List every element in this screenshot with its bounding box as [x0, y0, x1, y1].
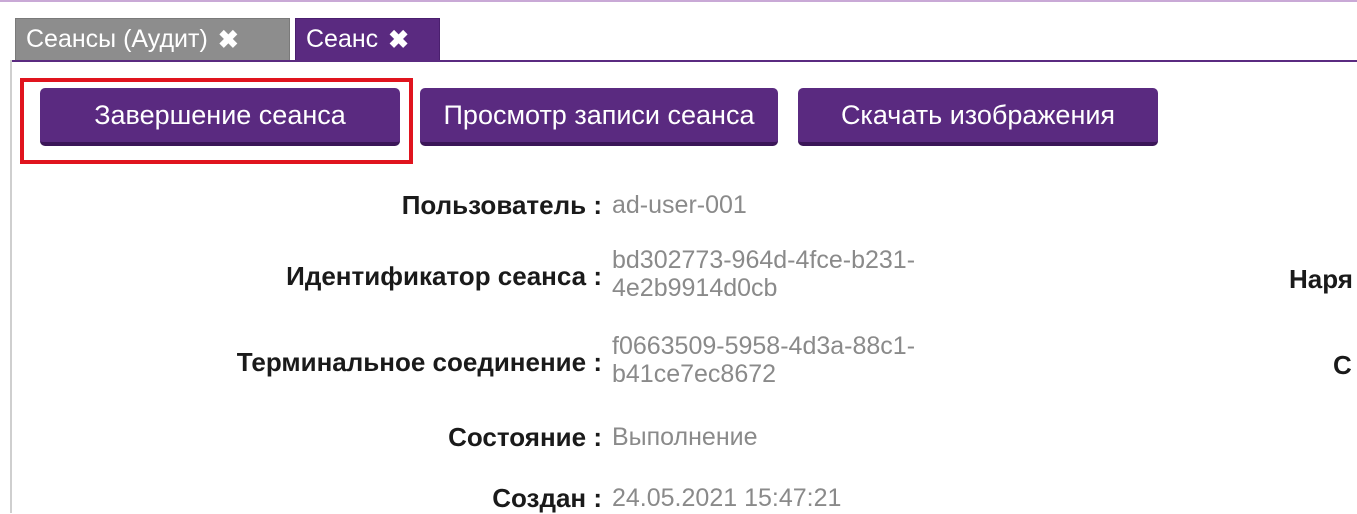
state-label: Состояние :: [448, 422, 602, 452]
terminal-connection-line-1: f0663509-5958-4d3a-88c1-: [612, 332, 916, 360]
state-value: Выполнение: [612, 423, 758, 451]
session-id-value: bd302773-964d-4fce-b231- 4e2b9914d0cb: [612, 246, 915, 302]
close-icon[interactable]: ✖: [218, 25, 239, 55]
download-images-button[interactable]: Скачать изображения: [798, 88, 1158, 146]
created-label: Создан :: [492, 483, 602, 513]
tab-session[interactable]: Сеанс ✖: [295, 18, 440, 60]
user-value: ad-user-001: [612, 191, 747, 219]
tab-label: Сеанс: [306, 25, 379, 53]
session-id-line-1: bd302773-964d-4fce-b231-: [612, 246, 916, 274]
session-id-line-2: 4e2b9914d0cb: [612, 274, 778, 302]
session-id-label: Идентификатор сеанса :: [286, 261, 602, 291]
terminal-connection-line-2: b41ce7ec8672: [612, 360, 777, 388]
right-column-label-2: С: [1333, 350, 1352, 380]
view-recording-button[interactable]: Просмотр записи сеанса: [420, 88, 778, 146]
panel-left-border: [10, 60, 12, 513]
terminal-connection-value: f0663509-5958-4d3a-88c1- b41ce7ec8672: [612, 332, 915, 388]
close-icon[interactable]: ✖: [388, 25, 409, 55]
tab-strip-underline: [12, 60, 1357, 62]
user-label: Пользователь :: [401, 190, 602, 220]
end-session-button[interactable]: Завершение сеанса: [40, 88, 400, 146]
created-value: 24.05.2021 15:47:21: [612, 484, 842, 512]
right-column-label-1: Наря: [1289, 264, 1353, 294]
tab-label: Сеансы (Аудит): [26, 25, 208, 53]
terminal-connection-label: Терминальное соединение :: [236, 347, 602, 377]
tab-sessions-audit[interactable]: Сеансы (Аудит) ✖: [15, 18, 290, 60]
top-border: [0, 0, 1357, 2]
